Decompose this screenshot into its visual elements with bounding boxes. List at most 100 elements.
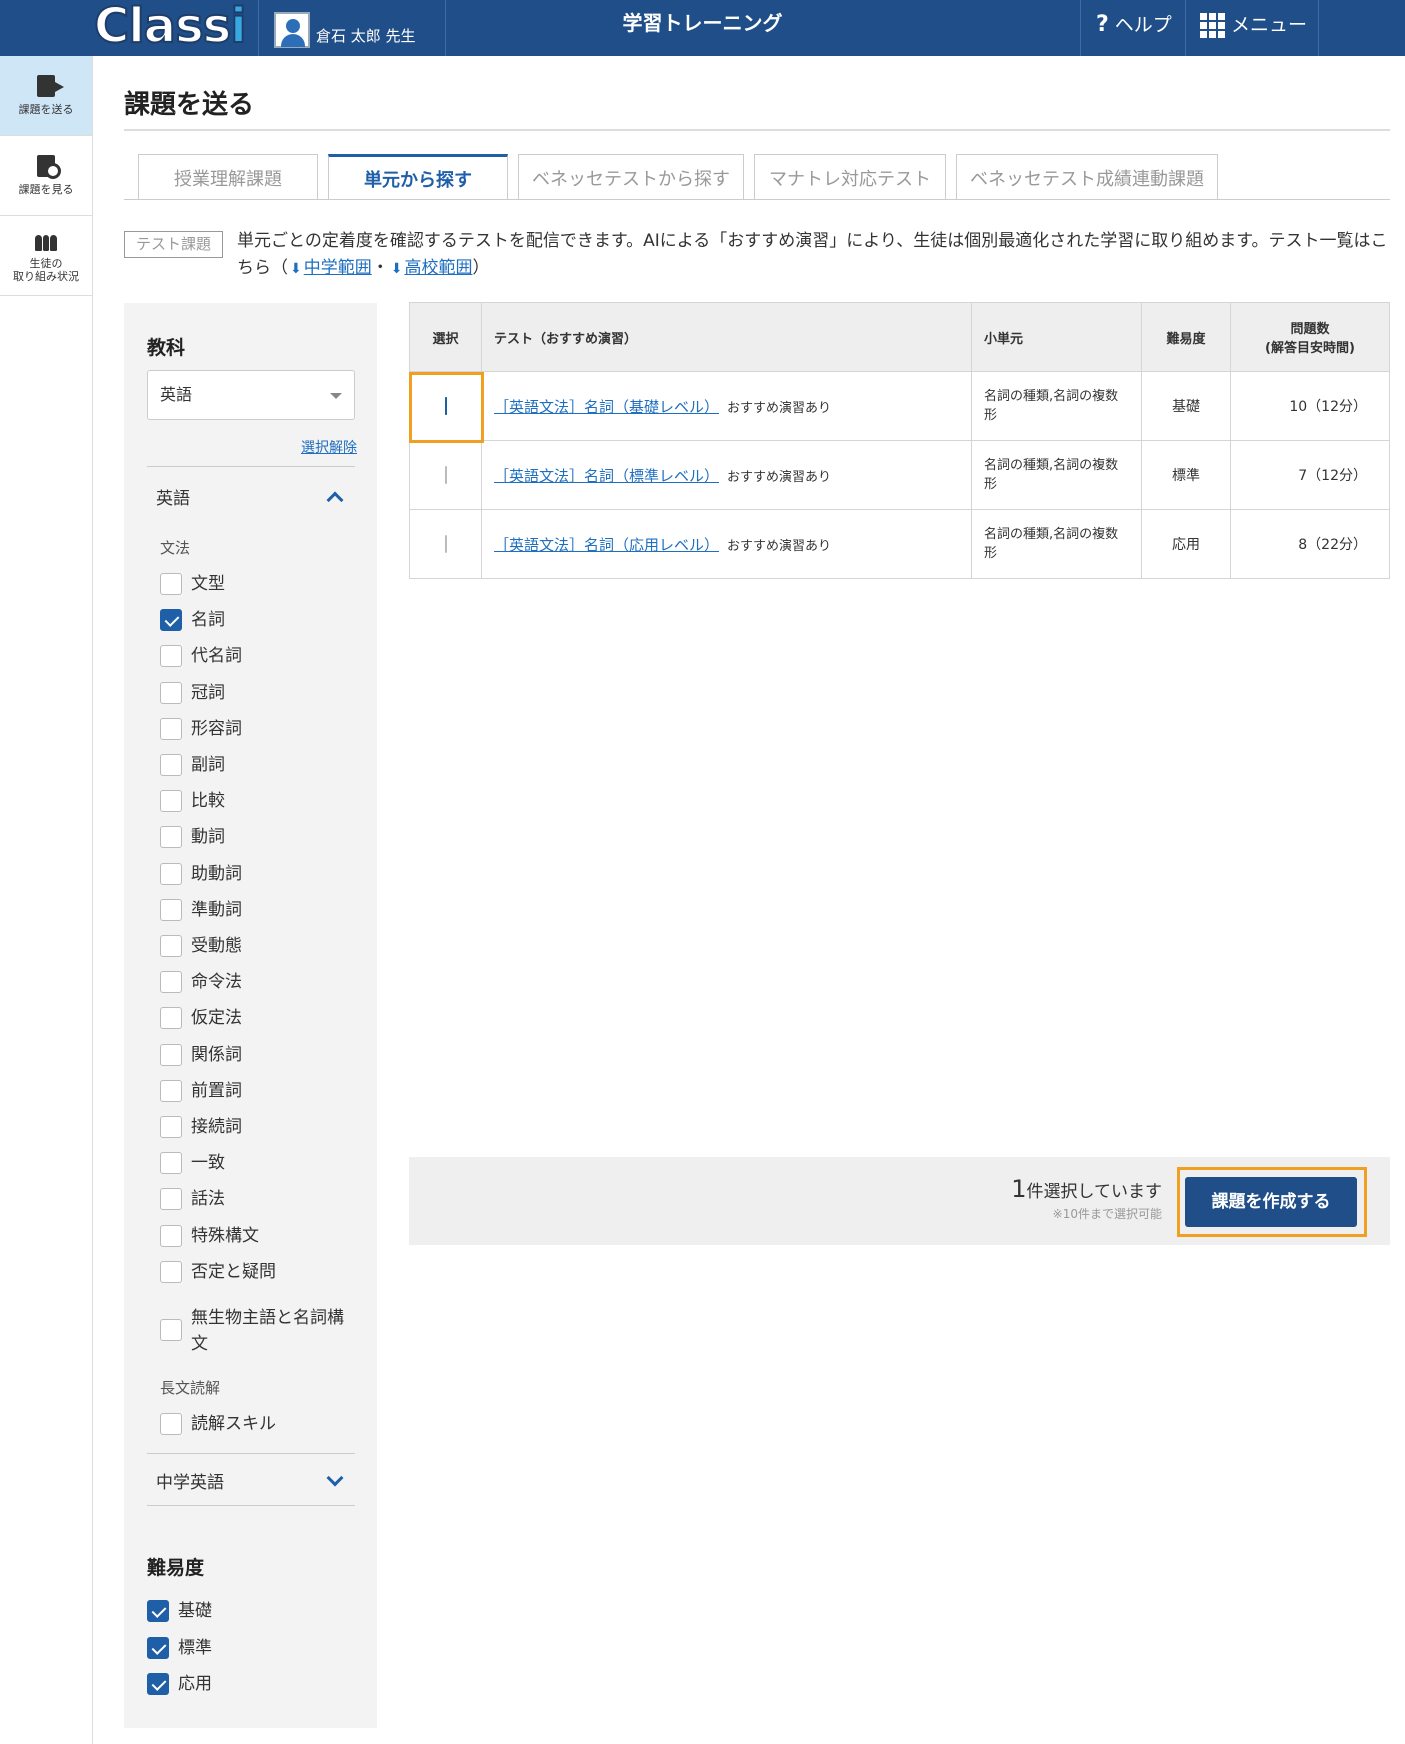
checkbox[interactable] bbox=[160, 1260, 182, 1283]
grammar-option[interactable]: 名詞 bbox=[160, 607, 225, 633]
grammar-option[interactable]: 文型 bbox=[160, 571, 225, 597]
tab-search-by-unit[interactable]: 単元から探す bbox=[328, 154, 508, 200]
table-header-row: 選択 テスト（おすすめ演習） 小単元 難易度 問題数 (解答目安時間) bbox=[409, 302, 1390, 372]
create-assignment-button[interactable]: 課題を作成する bbox=[1185, 1177, 1357, 1227]
checkbox[interactable] bbox=[160, 971, 182, 994]
group-grammar-label: 文法 bbox=[160, 539, 191, 557]
checkbox-label: 話法 bbox=[191, 1189, 225, 1210]
count-cell: 7（12分） bbox=[1230, 440, 1390, 510]
checkbox[interactable] bbox=[160, 754, 182, 776]
subject-heading: 教科 bbox=[147, 337, 186, 359]
checkbox[interactable] bbox=[147, 1600, 169, 1622]
grammar-option[interactable]: 接続詞 bbox=[160, 1114, 242, 1140]
recommend-note: おすすめ演習あり bbox=[727, 469, 832, 485]
accordion-english-label[interactable]: 英語 bbox=[156, 484, 190, 509]
checkbox[interactable] bbox=[160, 862, 182, 885]
grammar-option[interactable]: 無生物主語と名詞構文 bbox=[160, 1305, 344, 1357]
col-count: 問題数 (解答目安時間) bbox=[1230, 302, 1390, 372]
tab-bar: 授業理解課題 単元から探す ベネッセテストから探す マナトレ対応テスト ベネッセ… bbox=[138, 154, 1218, 200]
checkbox-label: 基礎 bbox=[178, 1601, 212, 1621]
checkbox[interactable] bbox=[160, 1079, 182, 1102]
grammar-option[interactable]: 関係詞 bbox=[160, 1042, 242, 1068]
grammar-option[interactable]: 前置詞 bbox=[160, 1078, 242, 1104]
grammar-option[interactable]: 話法 bbox=[160, 1186, 225, 1212]
senior-range-link[interactable]: 高校範囲 bbox=[404, 258, 472, 278]
chevron-up-icon[interactable] bbox=[326, 491, 344, 509]
checkbox[interactable] bbox=[160, 935, 182, 957]
junior-range-link[interactable]: 中学範囲 bbox=[304, 258, 372, 278]
checkbox[interactable] bbox=[160, 1413, 182, 1435]
unit-text: 形 bbox=[984, 546, 998, 561]
checkbox[interactable] bbox=[160, 790, 182, 813]
checkbox[interactable] bbox=[160, 645, 182, 668]
grammar-option[interactable]: 冠詞 bbox=[160, 680, 225, 706]
checkbox[interactable] bbox=[160, 609, 182, 632]
checkbox[interactable] bbox=[160, 681, 182, 704]
checkbox-label: 形容詞 bbox=[191, 718, 242, 739]
checkbox[interactable] bbox=[160, 1319, 182, 1341]
checkbox-label: 受動態 bbox=[191, 936, 242, 956]
help-button[interactable]: ? ヘルプ bbox=[1096, 0, 1172, 50]
recommend-note: おすすめ演習あり bbox=[727, 538, 832, 554]
checkbox[interactable] bbox=[160, 1188, 182, 1211]
tab-manatore-test[interactable]: マナトレ対応テスト bbox=[754, 154, 946, 200]
difficulty-option[interactable]: 標準 bbox=[147, 1635, 212, 1661]
menu-button[interactable]: メニュー bbox=[1200, 0, 1307, 50]
checkbox-label: 動詞 bbox=[191, 827, 225, 848]
row-checkbox[interactable] bbox=[444, 535, 447, 553]
grammar-option[interactable]: 形容詞 bbox=[160, 716, 242, 742]
row-checkbox[interactable] bbox=[444, 466, 447, 484]
sidebar-item-view-assignment[interactable]: 課題を見る bbox=[0, 136, 92, 216]
checkbox[interactable] bbox=[160, 1224, 182, 1247]
grammar-option[interactable]: 助動詞 bbox=[160, 861, 242, 887]
table-row: ［英語文法］名詞（標準レベル） おすすめ演習あり 名詞の種類,名詞の複数形標準 7（1… bbox=[409, 440, 1390, 510]
test-link[interactable]: ［英語文法］名詞（基礎レベル） bbox=[494, 398, 719, 416]
checkbox[interactable] bbox=[160, 717, 182, 740]
tab-benesse-test[interactable]: ベネッセテストから探す bbox=[518, 154, 744, 200]
col-unit: 小単元 bbox=[971, 302, 1142, 372]
grammar-option[interactable]: 特殊構文 bbox=[160, 1223, 259, 1249]
test-link[interactable]: ［英語文法］名詞（応用レベル） bbox=[494, 536, 719, 554]
grammar-option[interactable]: 比較 bbox=[160, 788, 225, 814]
checkbox-label: 冠詞 bbox=[191, 682, 225, 703]
subject-select[interactable]: 英語 bbox=[147, 370, 355, 420]
grammar-option[interactable]: 仮定法 bbox=[160, 1005, 242, 1031]
accordion-junior-english-label[interactable]: 中学英語 bbox=[156, 1468, 224, 1493]
sidebar-item-student-progress[interactable]: 生徒の 取り組み状況 bbox=[0, 216, 92, 296]
chevron-down-icon[interactable] bbox=[326, 1469, 344, 1487]
user-profile[interactable]: 倉石 太郎 先生 bbox=[274, 8, 416, 48]
test-cell: ［英語文法］名詞（標準レベル） おすすめ演習あり bbox=[481, 440, 972, 510]
grammar-option[interactable]: 受動態 bbox=[160, 933, 242, 959]
checkbox[interactable] bbox=[147, 1636, 169, 1659]
checkbox[interactable] bbox=[160, 1007, 182, 1030]
grammar-option[interactable]: 副詞 bbox=[160, 752, 225, 778]
filter-panel: 教科 英語 選択解除 英語 文法 文型名詞代名詞冠詞形容詞副詞比較動詞助動詞準動… bbox=[124, 303, 377, 1728]
checkbox[interactable] bbox=[160, 1152, 182, 1175]
tab-lesson-understanding[interactable]: 授業理解課題 bbox=[138, 154, 318, 200]
checkbox[interactable] bbox=[160, 898, 182, 921]
difficulty-option[interactable]: 応用 bbox=[147, 1671, 212, 1697]
header-divider bbox=[1185, 0, 1186, 56]
row-checkbox[interactable] bbox=[444, 397, 447, 415]
clear-selection-link[interactable]: 選択解除 bbox=[301, 437, 357, 457]
checkbox[interactable] bbox=[160, 1043, 182, 1066]
checkbox-label: 無生物主語と名詞構 bbox=[191, 1308, 344, 1328]
grammar-option[interactable]: 準動詞 bbox=[160, 897, 242, 923]
checkbox[interactable] bbox=[160, 826, 182, 849]
classi-logo[interactable]: Classi bbox=[93, 0, 248, 56]
grammar-option[interactable]: 動詞 bbox=[160, 824, 225, 850]
checkbox[interactable] bbox=[160, 1116, 182, 1138]
difficulty-option[interactable]: 基礎 bbox=[147, 1598, 212, 1624]
grammar-option[interactable]: 命令法 bbox=[160, 969, 242, 995]
grammar-option[interactable]: 否定と疑問 bbox=[160, 1259, 276, 1285]
reading-option[interactable]: 読解スキル bbox=[160, 1411, 276, 1437]
tab-benesse-score-linked[interactable]: ベネッセテスト成績連動課題 bbox=[956, 154, 1218, 200]
checkbox-label: 文 bbox=[191, 1334, 208, 1354]
checkbox[interactable] bbox=[160, 573, 182, 595]
sidebar-item-send-assignment[interactable]: 課題を送る bbox=[0, 56, 92, 136]
grammar-option[interactable]: 代名詞 bbox=[160, 643, 242, 669]
grammar-option[interactable]: 一致 bbox=[160, 1150, 225, 1176]
sidebar-item-label: 課題を見る bbox=[18, 183, 74, 196]
checkbox[interactable] bbox=[147, 1673, 169, 1695]
test-link[interactable]: ［英語文法］名詞（標準レベル） bbox=[494, 467, 719, 485]
